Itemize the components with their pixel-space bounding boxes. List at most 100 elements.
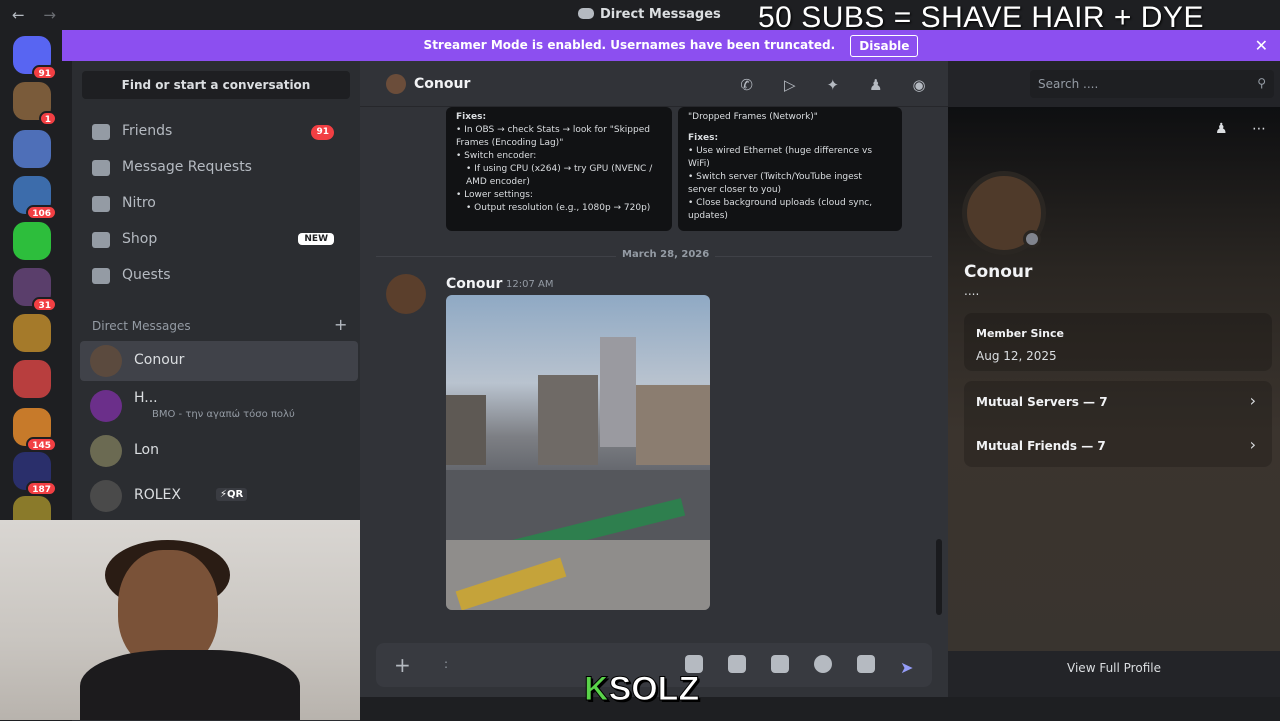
photo-building [538, 375, 598, 465]
message-input[interactable]: : [444, 657, 448, 671]
dm-name: ROLEX [134, 487, 181, 503]
screenshot-line: • If using CPU (x264) → try GPU (NVENC /… [466, 164, 653, 187]
attach-plus-icon[interactable]: + [394, 653, 411, 677]
message-author[interactable]: Conour [446, 276, 502, 292]
nav-label: Shop [122, 231, 158, 247]
server-icon[interactable] [13, 314, 51, 352]
server-icon[interactable]: 145 [13, 408, 57, 452]
message-image-attachment[interactable] [446, 295, 710, 610]
screenshot-line: • Switch server (Twitch/YouTube ingest s… [688, 172, 862, 195]
gif-icon[interactable] [727, 655, 746, 673]
dm-item-h[interactable]: H... BMO - την αγαπώ τόσο πολύ [80, 386, 358, 426]
profile-avatar[interactable] [962, 171, 1046, 255]
dm-item-lon[interactable]: Lon [80, 431, 358, 471]
server-mention-badge: 91 [32, 65, 57, 80]
profile-card: ♟ ⋯ Conour .... Member Since Aug 12, 202… [948, 107, 1280, 651]
sticker-icon[interactable] [770, 655, 789, 673]
message-avatar[interactable] [386, 274, 426, 314]
nav-shop[interactable]: Shop NEW [82, 223, 350, 257]
dm-item-rolex[interactable]: ROLEX ⚡QR [80, 476, 358, 516]
mutual-friends-row[interactable]: Mutual Friends — 7 [976, 439, 1106, 453]
search-placeholder: Search .... [1038, 77, 1099, 91]
server-icon[interactable] [13, 360, 51, 398]
friends-icon [92, 124, 110, 140]
search-input[interactable]: Search .... ⚲ [1030, 70, 1274, 98]
chevron-right-icon[interactable]: › [1250, 435, 1256, 454]
add-friend-icon[interactable]: ♟ [1215, 121, 1228, 137]
nav-quests[interactable]: Quests [82, 259, 350, 293]
send-icon[interactable]: ➤ [900, 658, 920, 677]
screenshot-line: • Output resolution (e.g., 1080p → 720p) [466, 203, 651, 213]
avatar [90, 480, 122, 512]
avatar [90, 390, 122, 422]
view-full-profile-button[interactable]: View Full Profile [948, 661, 1280, 675]
nav-message-requests[interactable]: Message Requests [82, 151, 350, 185]
webcam-overlay [0, 520, 360, 720]
mutual-servers-row[interactable]: Mutual Servers — 7 [976, 395, 1108, 409]
stream-overlay-logo: KSOLZ [580, 668, 703, 711]
close-icon[interactable]: ✕ [1255, 36, 1268, 55]
profile-actions: ♟ ⋯ [1195, 121, 1266, 137]
pin-icon[interactable]: ✦ [824, 76, 842, 94]
nitro-icon [92, 196, 110, 212]
dm-name: H... [134, 390, 158, 406]
dm-tag: ⚡QR [216, 488, 248, 501]
server-mention-badge: 187 [26, 481, 57, 496]
history-nav: ← → [12, 6, 70, 24]
add-friends-icon[interactable]: ♟ [867, 76, 885, 94]
screenshot-heading: Fixes: [456, 112, 487, 122]
screenshot-heading: Fixes: [688, 133, 719, 143]
member-since-label: Member Since [976, 327, 1064, 340]
nav-nitro[interactable]: Nitro [82, 187, 350, 221]
screenshot-line: "Dropped Frames (Network)" [688, 112, 818, 122]
date-divider-text: March 28, 2026 [616, 249, 716, 260]
screenshot-right: "Dropped Frames (Network)" Fixes: • Use … [678, 107, 902, 231]
disable-streamer-mode-button[interactable]: Disable [850, 35, 919, 57]
profile-name: Conour [964, 262, 1033, 282]
header-toolbar: ✆ ▷ ✦ ♟ ◉ [718, 75, 928, 94]
webcam-person-body [80, 650, 300, 720]
server-icon[interactable]: 187 [13, 452, 57, 496]
nav-label: Message Requests [122, 159, 252, 175]
avatar [90, 345, 122, 377]
photo-building [600, 337, 636, 447]
quests-icon [92, 268, 110, 284]
logo-k: K [584, 670, 610, 709]
server-icon[interactable] [13, 130, 51, 168]
screenshot-left: Fixes: • In OBS → check Stats → look for… [446, 107, 672, 231]
apps-icon[interactable] [856, 655, 875, 673]
server-icon[interactable]: 1 [13, 82, 57, 126]
dm-item-conour[interactable]: Conour [80, 341, 358, 381]
voice-call-icon[interactable]: ✆ [738, 76, 756, 94]
user-profile-icon[interactable]: ◉ [910, 76, 928, 94]
emoji-icon[interactable] [813, 655, 832, 673]
video-call-icon[interactable]: ▷ [781, 76, 799, 94]
server-icon[interactable]: 106 [13, 176, 57, 220]
server-icon[interactable]: 91 [13, 36, 57, 80]
profile-panel: Search .... ⚲ ♟ ⋯ Conour .... Member Sin… [948, 61, 1280, 697]
chevron-right-icon[interactable]: › [1250, 391, 1256, 410]
screenshot-line: • Lower settings: [456, 190, 533, 200]
chat-recipient-name[interactable]: Conour [414, 76, 470, 92]
dm-name: Conour [134, 352, 185, 368]
server-icon[interactable]: 31 [13, 268, 57, 312]
window-title: Direct Messages [578, 7, 721, 22]
find-conversation-button[interactable]: Find or start a conversation [82, 71, 350, 99]
chat-scrollbar[interactable] [936, 539, 942, 615]
screenshot-line: • Use wired Ethernet (huge difference vs… [688, 146, 873, 169]
logo-text: SOLZ [608, 670, 700, 709]
dm-name: Lon [134, 442, 159, 458]
nav-friends[interactable]: Friends 91 [82, 115, 350, 149]
create-dm-plus-icon[interactable]: + [334, 315, 347, 334]
avatar [90, 435, 122, 467]
back-arrow-icon[interactable]: ← [12, 6, 25, 24]
server-icon[interactable] [13, 222, 51, 260]
server-mention-badge: 106 [26, 205, 57, 220]
member-since-date: Aug 12, 2025 [976, 349, 1057, 363]
member-since-card: Member Since Aug 12, 2025 [964, 313, 1272, 371]
avatar [386, 74, 406, 94]
dm-section-header: Direct Messages [92, 319, 191, 333]
screenshot-line: • Close background uploads (cloud sync, … [688, 198, 873, 221]
more-icon[interactable]: ⋯ [1252, 121, 1266, 137]
forward-arrow-icon[interactable]: → [43, 6, 56, 24]
